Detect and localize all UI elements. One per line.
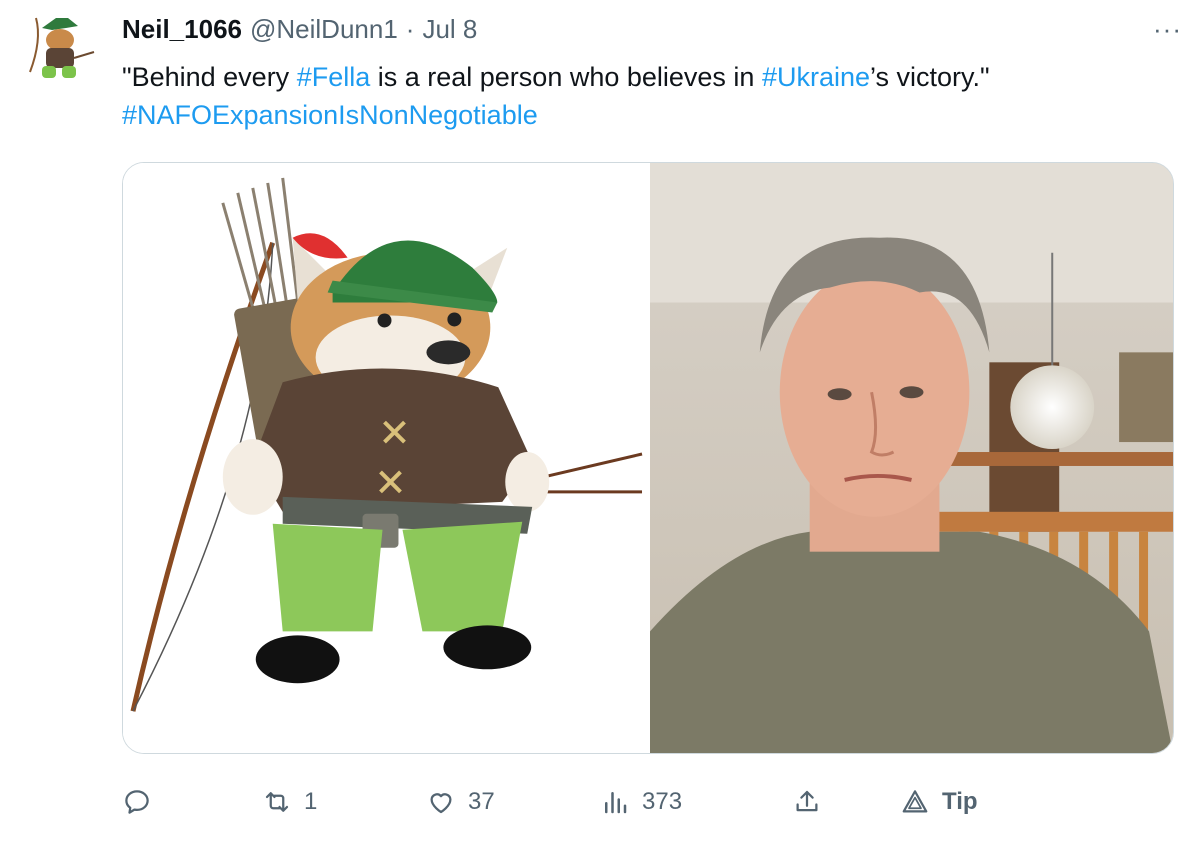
avatar[interactable] [22, 10, 100, 88]
tweet: Neil_1066 @NeilDunn1 · Jul 8 ··· "Behind… [0, 0, 1200, 845]
author-display-name[interactable]: Neil_1066 [122, 14, 242, 45]
text-segment: "Behind every [122, 62, 297, 92]
retweet-count: 1 [304, 788, 318, 815]
text-segment: is a real person who believes in [370, 62, 762, 92]
reply-button[interactable] [122, 780, 164, 824]
tip-label: Tip [942, 788, 978, 815]
views-button[interactable]: 373 [600, 780, 682, 824]
tweet-actions: 1 37 373 Tip [122, 780, 1022, 824]
views-icon [605, 792, 627, 814]
hashtag-fella[interactable]: #Fella [297, 62, 371, 92]
hashtag-nafo-expansion[interactable]: #NAFOExpansionIsNonNegotiable [122, 100, 538, 130]
share-icon [796, 790, 818, 812]
text-segment: ’s victory." [870, 62, 990, 92]
cartoon-archer-dog-illustration [123, 163, 650, 753]
share-button[interactable] [792, 780, 822, 824]
media-image-cartoon[interactable] [123, 163, 650, 753]
media-grid [122, 162, 1174, 754]
tweet-text: "Behind every #Fella is a real person wh… [122, 58, 1172, 134]
like-count: 37 [468, 788, 495, 815]
tweet-header: Neil_1066 @NeilDunn1 · Jul 8 [122, 14, 477, 48]
retweet-button[interactable]: 1 [262, 780, 317, 824]
more-icon[interactable]: ··· [1153, 14, 1182, 45]
like-icon [430, 793, 452, 814]
tweet-date[interactable]: Jul 8 [422, 14, 477, 45]
reply-icon [125, 790, 149, 814]
hashtag-ukraine[interactable]: #Ukraine [762, 62, 870, 92]
like-button[interactable]: 37 [426, 780, 495, 824]
tip-icon [902, 790, 928, 813]
retweet-icon [265, 792, 289, 812]
tip-button[interactable]: Tip [900, 780, 978, 824]
media-image-selfie[interactable] [650, 163, 1173, 753]
avatar-image [22, 10, 100, 88]
selfie-photo [650, 163, 1173, 753]
separator-dot: · [405, 14, 415, 44]
views-count: 373 [642, 788, 683, 815]
author-handle[interactable]: @NeilDunn1 [250, 14, 398, 45]
